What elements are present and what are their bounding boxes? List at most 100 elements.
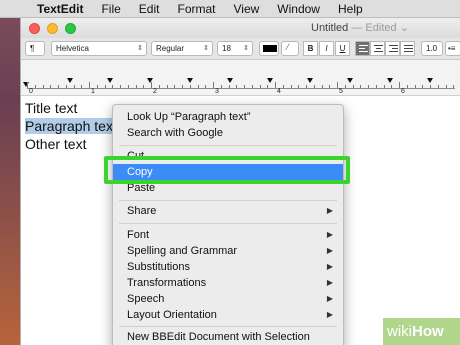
font-style-popup[interactable]: Regular ⇕ bbox=[151, 41, 213, 56]
format-toolbar: ¶ Helvetica ⇕ Regular ⇕ 18 ⇕ ⁄ B I U 1.0… bbox=[21, 38, 460, 60]
submenu-arrow-icon: ▶ bbox=[326, 246, 333, 255]
ruler-number: 4 bbox=[277, 88, 281, 95]
menu-item-layout-orientation[interactable]: Layout Orientation ▶ bbox=[113, 307, 343, 323]
ruler-tick bbox=[352, 85, 354, 88]
tab-stop-icon[interactable] bbox=[67, 78, 73, 83]
submenu-arrow-icon: ▶ bbox=[326, 310, 333, 319]
ruler-tick bbox=[158, 85, 160, 88]
tab-stop-icon[interactable] bbox=[427, 78, 433, 83]
tab-stop-icon[interactable] bbox=[347, 78, 353, 83]
ruler-tick bbox=[58, 85, 59, 88]
text-color-well[interactable] bbox=[259, 41, 279, 56]
tab-stop-icon[interactable] bbox=[307, 78, 313, 83]
window-title[interactable]: Untitled — Edited ⌄ bbox=[311, 21, 409, 34]
menu-item-speech-label: Speech bbox=[127, 293, 165, 305]
tab-stop-icon[interactable] bbox=[227, 78, 233, 83]
ruler-tick bbox=[453, 85, 455, 88]
ruler-tick bbox=[329, 85, 331, 88]
watermark-how: How bbox=[412, 323, 444, 340]
menu-item-share-label: Share bbox=[127, 205, 157, 217]
menu-format[interactable]: Format bbox=[168, 0, 224, 18]
menu-edit[interactable]: Edit bbox=[130, 0, 169, 18]
menu-item-font[interactable]: Font ▶ bbox=[113, 227, 343, 243]
menu-item-look-up[interactable]: Look Up “Paragraph text” bbox=[113, 109, 343, 125]
tab-stop-icon[interactable] bbox=[107, 78, 113, 83]
menu-item-search-google[interactable]: Search with Google bbox=[113, 125, 343, 141]
ruler-number: 2 bbox=[153, 88, 157, 95]
font-size-popup[interactable]: 18 ⇕ bbox=[217, 41, 253, 56]
background-color-well[interactable]: ⁄ bbox=[281, 41, 299, 56]
italic-button[interactable]: I bbox=[319, 41, 334, 56]
ruler-tick bbox=[290, 85, 292, 88]
menu-help[interactable]: Help bbox=[329, 0, 372, 18]
title-text-line[interactable]: Title text bbox=[25, 100, 77, 116]
ruler-tick bbox=[321, 85, 323, 88]
ruler-tick bbox=[344, 85, 346, 88]
minimize-window-button[interactable] bbox=[47, 23, 58, 34]
ruler-tick bbox=[197, 85, 199, 88]
ruler-tick bbox=[313, 85, 315, 88]
ruler-tick bbox=[89, 82, 90, 88]
ruler-tick bbox=[42, 85, 44, 88]
ruler-number: 1 bbox=[91, 88, 95, 95]
menu-item-speech[interactable]: Speech ▶ bbox=[113, 291, 343, 307]
ruler-number: 0 bbox=[29, 88, 33, 95]
ruler-tick bbox=[267, 85, 269, 88]
ruler-tick bbox=[399, 82, 400, 88]
other-text-line[interactable]: Other text bbox=[25, 136, 86, 152]
selected-text[interactable]: Paragraph tex bbox=[25, 118, 113, 134]
submenu-arrow-icon: ▶ bbox=[326, 294, 333, 303]
tab-stop-icon[interactable] bbox=[147, 78, 153, 83]
menu-item-spelling-label: Spelling and Grammar bbox=[127, 245, 238, 257]
line-spacing-value: 1.0 bbox=[426, 44, 438, 53]
ruler-tick bbox=[406, 85, 408, 88]
align-center-button[interactable] bbox=[370, 41, 385, 56]
ruler-tick bbox=[414, 85, 416, 88]
menu-item-substitutions[interactable]: Substitutions ▶ bbox=[113, 259, 343, 275]
ruler-tick bbox=[337, 82, 338, 88]
tab-stop-icon[interactable] bbox=[387, 78, 393, 83]
ruler-tick bbox=[251, 85, 253, 88]
align-right-button[interactable] bbox=[385, 41, 400, 56]
menu-item-transformations[interactable]: Transformations ▶ bbox=[113, 275, 343, 291]
menu-separator bbox=[119, 223, 337, 224]
ruler-tick bbox=[306, 85, 307, 88]
menu-item-spelling-grammar[interactable]: Spelling and Grammar ▶ bbox=[113, 243, 343, 259]
font-family-value: Helvetica bbox=[56, 44, 89, 53]
menu-view[interactable]: View bbox=[225, 0, 269, 18]
font-family-popup[interactable]: Helvetica ⇕ bbox=[51, 41, 147, 56]
justify-button[interactable] bbox=[400, 41, 415, 56]
menu-textedit[interactable]: TextEdit bbox=[28, 0, 92, 18]
ruler-tick bbox=[34, 85, 36, 88]
no-color-icon: ⁄ bbox=[287, 42, 289, 52]
ruler-tick bbox=[391, 85, 393, 88]
ruler[interactable]: 0 1 2 3 4 5 6 bbox=[21, 60, 460, 96]
ruler-tick bbox=[368, 85, 369, 88]
menu-separator bbox=[119, 200, 337, 201]
ruler-tick bbox=[96, 85, 98, 88]
ruler-tick bbox=[189, 85, 191, 88]
tab-stop-icon[interactable] bbox=[267, 78, 273, 83]
line-spacing-popup[interactable]: 1.0 bbox=[421, 41, 443, 56]
menu-item-new-bbedit-document[interactable]: New BBEdit Document with Selection bbox=[113, 329, 343, 345]
tab-stop-icon[interactable] bbox=[187, 78, 193, 83]
popup-arrows-icon: ⇕ bbox=[203, 45, 209, 52]
paragraph-text-line[interactable]: Paragraph tex bbox=[25, 118, 113, 134]
paragraph-icon: ¶ bbox=[30, 44, 35, 53]
ruler-tick bbox=[135, 85, 137, 88]
menu-window[interactable]: Window bbox=[268, 0, 329, 18]
ruler-tick bbox=[104, 85, 106, 88]
bold-button[interactable]: B bbox=[303, 41, 318, 56]
chevron-down-icon: ⌄ bbox=[399, 22, 409, 34]
ruler-tick bbox=[127, 85, 129, 88]
align-left-button[interactable] bbox=[355, 41, 370, 56]
menu-file[interactable]: File bbox=[92, 0, 129, 18]
paragraph-style-popup[interactable]: ¶ bbox=[25, 41, 45, 56]
list-popup[interactable]: •≡ bbox=[445, 41, 460, 56]
left-indent-marker-icon[interactable] bbox=[23, 82, 29, 87]
underline-button[interactable]: U bbox=[335, 41, 350, 56]
menu-item-share[interactable]: Share ▶ bbox=[113, 203, 343, 219]
close-window-button[interactable] bbox=[29, 23, 40, 34]
zoom-window-button[interactable] bbox=[65, 23, 76, 34]
text-color-swatch bbox=[263, 45, 277, 52]
